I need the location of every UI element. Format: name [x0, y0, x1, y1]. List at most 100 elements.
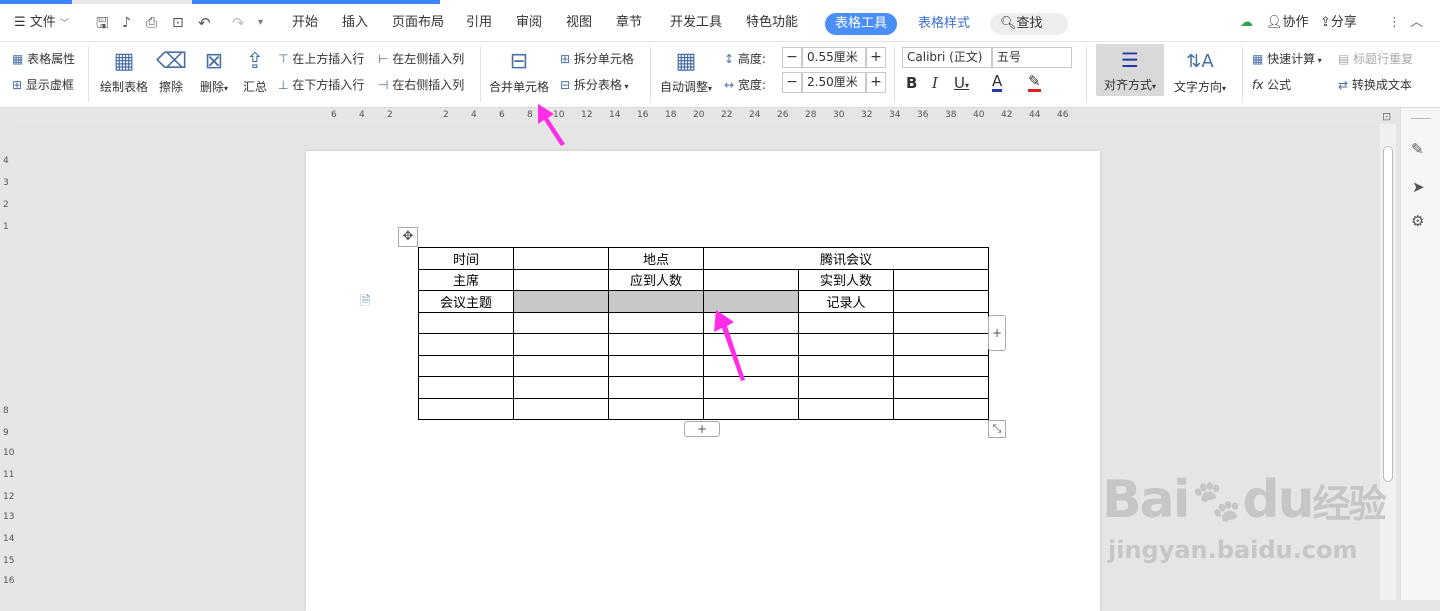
table-cell[interactable] [893, 311, 989, 334]
tab-start[interactable]: 开始 [292, 4, 318, 42]
erase-button[interactable]: ⌫ 擦除 [156, 46, 187, 95]
underline-icon[interactable]: U▾ [954, 74, 969, 92]
table-cell[interactable] [703, 397, 799, 420]
tab-reference[interactable]: 引用 [466, 4, 492, 42]
show-gridlines-button[interactable]: ⊞ 显示虚框 [12, 76, 74, 93]
table-cell[interactable] [418, 376, 514, 399]
selected-cell[interactable] [703, 290, 799, 313]
height-decrease-button[interactable]: − [782, 47, 802, 68]
table-cell[interactable] [513, 397, 609, 420]
split-table-button[interactable]: ⊟ 拆分表格 ▾ [560, 76, 628, 93]
table-cell[interactable]: 地点 [608, 247, 704, 270]
table-cell[interactable] [893, 268, 989, 291]
merge-cells-button[interactable]: ⊟ 合并单元格 [486, 46, 552, 95]
more-icon[interactable]: ▾ [258, 4, 263, 42]
table-cell[interactable] [513, 333, 609, 356]
table-cell[interactable] [513, 311, 609, 334]
meeting-table[interactable]: 时间 地点 腾讯会议 主席 应到人数 实到人数 会议主题 记录人 [418, 247, 989, 420]
table-cell[interactable]: 腾讯会议 [703, 247, 989, 270]
scroll-top-icon[interactable]: ⊡ [1382, 110, 1391, 123]
cloud-sync-icon[interactable]: ☁ [1240, 4, 1253, 42]
file-menu[interactable]: ☰ 文件 ﹀ [14, 4, 69, 42]
collapse-ribbon-icon[interactable]: ︿ [1410, 4, 1423, 42]
table-cell[interactable] [798, 311, 894, 334]
tab-chapter[interactable]: 章节 [616, 4, 642, 42]
format-painter-icon[interactable]: ♪ [122, 4, 131, 42]
font-size-select[interactable]: 五号 [992, 47, 1072, 68]
vertical-ruler[interactable]: 4 3 2 1 8 9 10 11 12 13 14 15 16 [0, 124, 16, 600]
table-properties-button[interactable]: ▦ 表格属性 [12, 50, 75, 67]
table-cell[interactable] [608, 333, 704, 356]
table-cell[interactable] [893, 290, 989, 313]
table-move-handle-icon[interactable]: ✥ [398, 227, 418, 247]
table-cell[interactable] [608, 397, 704, 420]
table-cell[interactable]: 主席 [418, 268, 514, 291]
edit-pen-icon[interactable]: ✎ [1411, 140, 1424, 158]
table-cell[interactable] [893, 333, 989, 356]
tab-table-style[interactable]: 表格样式 [908, 13, 980, 35]
align-button[interactable]: ☰ 对齐方式▾ [1096, 44, 1164, 96]
table-cell[interactable]: 实到人数 [798, 268, 894, 291]
summary-button[interactable]: ⇪ 汇总 [240, 46, 270, 95]
more-vertical-icon[interactable]: ⋮ [1388, 4, 1401, 42]
table-cell[interactable] [798, 354, 894, 377]
table-cell[interactable]: 应到人数 [608, 268, 704, 291]
text-direction-button[interactable]: ⇅A 文字方向▾ [1170, 46, 1230, 95]
share-button[interactable]: ⇪分享 [1320, 4, 1357, 42]
table-cell[interactable] [893, 354, 989, 377]
tab-developer[interactable]: 开发工具 [670, 4, 722, 42]
insert-row-below-button[interactable]: ⊥ 在下方插入行 [278, 76, 364, 93]
table-cell[interactable] [513, 247, 609, 270]
height-input[interactable]: 0.55厘米 [802, 47, 866, 68]
table-cell[interactable] [608, 354, 704, 377]
horizontal-ruler[interactable]: 6 4 2 2 4 6 8 10 12 14 16 18 20 22 24 26… [0, 108, 1400, 124]
tab-table-tools[interactable]: 表格工具 [825, 13, 898, 35]
resize-table-icon[interactable]: ⤡ [988, 420, 1006, 438]
width-increase-button[interactable]: + [866, 72, 886, 93]
italic-icon[interactable]: I [932, 74, 938, 92]
add-row-icon[interactable]: + [684, 421, 720, 437]
table-cell[interactable] [513, 268, 609, 291]
settings-sliders-icon[interactable]: ⚙ [1411, 212, 1424, 230]
table-cell[interactable] [608, 311, 704, 334]
insert-column-right-button[interactable]: ⊣ 在右侧插入列 [378, 76, 464, 93]
table-cell[interactable] [418, 311, 514, 334]
font-color-icon[interactable]: A [992, 74, 1003, 92]
collab-button[interactable]: 👤︎协作 [1266, 4, 1309, 42]
auto-fit-button[interactable]: ▦ 自动调整▾ [656, 46, 716, 95]
delete-button[interactable]: ⊠ 删除▾ [194, 46, 234, 95]
insert-column-left-button[interactable]: ⊢ 在左侧插入列 [378, 50, 464, 67]
width-decrease-button[interactable]: − [782, 72, 802, 93]
add-column-icon[interactable]: + [988, 315, 1006, 351]
table-cell[interactable] [418, 333, 514, 356]
tab-view[interactable]: 视图 [566, 4, 592, 42]
insert-row-above-button[interactable]: ⊤ 在上方插入行 [278, 50, 364, 67]
scrollbar-thumb[interactable] [1383, 146, 1393, 482]
undo-icon[interactable]: ↶ [198, 4, 211, 42]
redo-icon[interactable]: ↷ [232, 4, 245, 42]
width-input[interactable]: 2.50厘米 [802, 72, 866, 93]
print-icon[interactable]: ⎙ [146, 4, 157, 42]
table-cell[interactable]: 会议主题 [418, 290, 514, 313]
table-cell[interactable] [798, 333, 894, 356]
table-cell[interactable] [893, 376, 989, 399]
table-cell[interactable] [703, 268, 799, 291]
table-cell[interactable] [418, 354, 514, 377]
tab-review[interactable]: 审阅 [516, 4, 542, 42]
search-box[interactable]: 🔍︎查找 [990, 13, 1068, 35]
quick-calc-button[interactable]: ▦ 快速计算 ▾ [1252, 50, 1322, 67]
formula-button[interactable]: fx 公式 [1252, 76, 1291, 93]
table-cell[interactable] [608, 376, 704, 399]
table-cell[interactable]: 时间 [418, 247, 514, 270]
table-cell[interactable] [513, 376, 609, 399]
bold-icon[interactable]: B [906, 74, 917, 92]
selected-cell[interactable] [513, 290, 609, 313]
font-name-select[interactable]: Calibri (正文) [902, 47, 992, 68]
draw-table-button[interactable]: ▦ 绘制表格 [98, 46, 150, 95]
split-cells-button[interactable]: ⊞ 拆分单元格 [560, 50, 634, 67]
table-cell[interactable] [513, 354, 609, 377]
pointer-icon[interactable]: ➤ [1412, 178, 1425, 196]
save-icon[interactable]: 🖫 [96, 4, 109, 42]
table-cell[interactable] [798, 376, 894, 399]
selected-cell[interactable] [608, 290, 704, 313]
